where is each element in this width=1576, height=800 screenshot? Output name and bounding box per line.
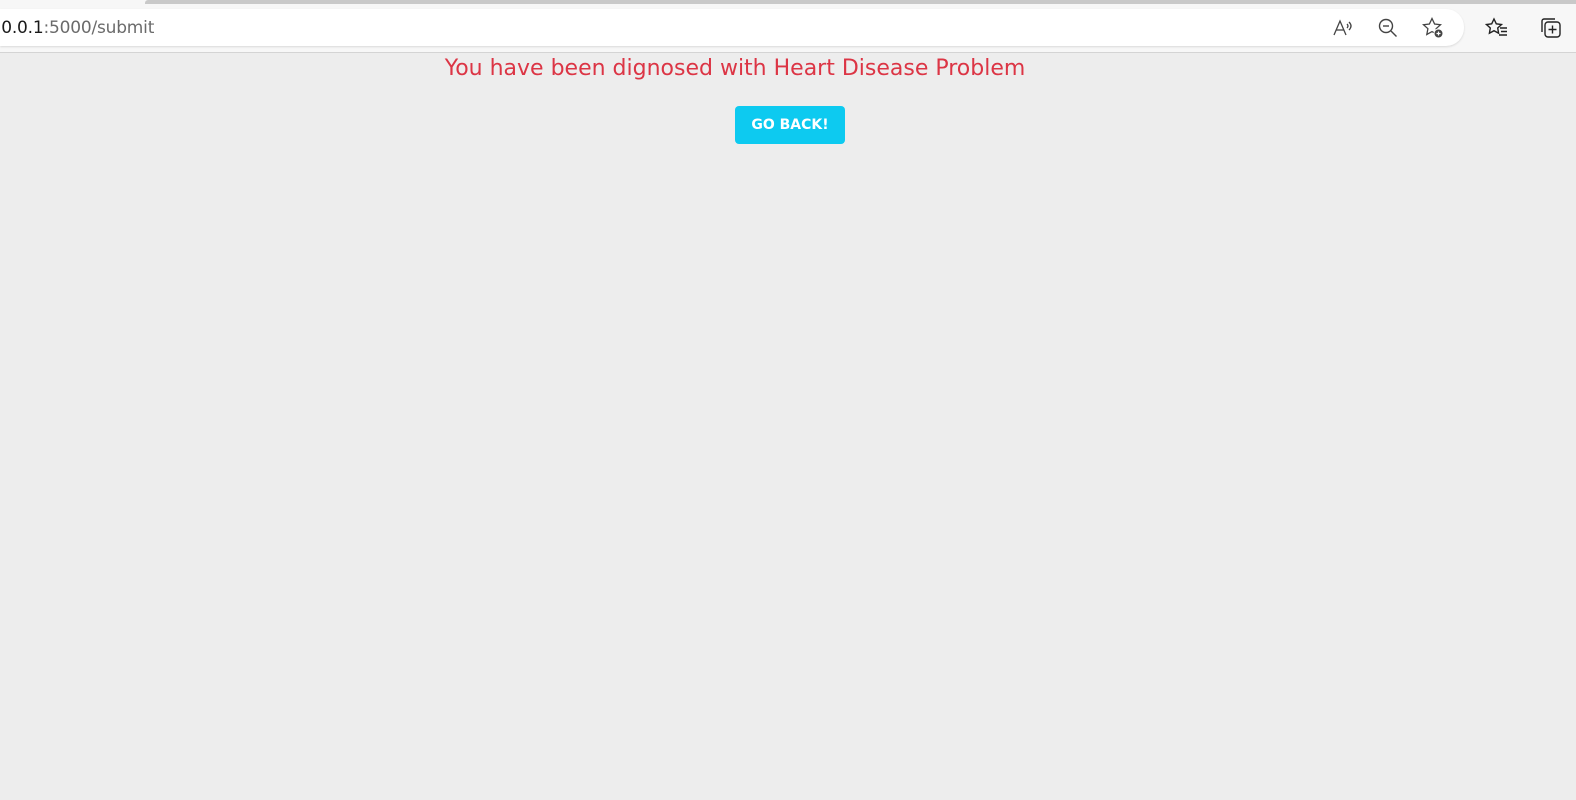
tab-strip — [145, 0, 1576, 4]
collections-icon[interactable] — [1538, 15, 1564, 41]
zoom-out-icon[interactable] — [1375, 15, 1401, 41]
go-back-button[interactable]: GO BACK! — [735, 106, 845, 144]
diagnosis-result-text: You have been dignosed with Heart Diseas… — [444, 56, 1026, 81]
add-favorite-icon[interactable] — [1420, 15, 1446, 41]
browser-toolbar: .0.0.1:5000/submit — [0, 0, 1576, 53]
address-bar[interactable]: .0.0.1:5000/submit — [0, 9, 1464, 46]
url-host: .0.0.1 — [0, 18, 44, 38]
read-aloud-icon[interactable] — [1330, 15, 1356, 41]
url-text[interactable]: .0.0.1:5000/submit — [0, 18, 154, 38]
page-content: You have been dignosed with Heart Diseas… — [0, 53, 1576, 800]
url-path: :5000/submit — [43, 18, 155, 38]
favorites-icon[interactable] — [1484, 15, 1510, 41]
